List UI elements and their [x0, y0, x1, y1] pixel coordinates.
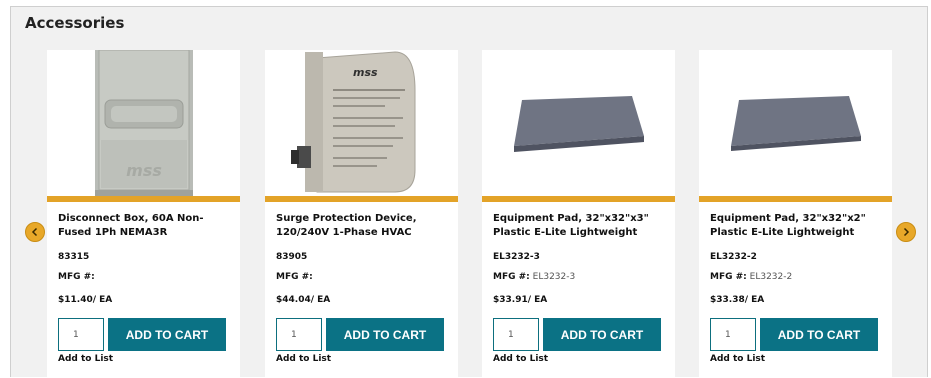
equipment-pad-image [731, 96, 861, 151]
product-mfg: MFG #: [58, 272, 95, 282]
add-to-list-link[interactable]: Add to List [58, 354, 113, 364]
product-price: $11.40/ EA [58, 295, 113, 305]
quantity-input[interactable] [276, 318, 322, 351]
mfg-value: EL3232-2 [749, 272, 793, 282]
quantity-input[interactable] [710, 318, 756, 351]
product-carousel: mss Disconnect Box, 60A Non-Fused 1Ph NE… [11, 7, 927, 378]
card-accent-bar [699, 196, 892, 202]
product-price: $33.91/ EA [493, 295, 548, 305]
mfg-label: MFG #: [276, 272, 313, 282]
add-to-list-link[interactable]: Add to List [710, 354, 765, 364]
add-to-list-link[interactable]: Add to List [493, 354, 548, 364]
accessories-section: Accessories mss Disconnect Box, 60A Non-… [10, 6, 928, 378]
product-mfg: MFG #: EL3232-3 [493, 272, 575, 282]
product-card: Equipment Pad, 32"x32"x2" Plastic E-Lite… [699, 50, 892, 378]
product-image[interactable]: mss [47, 50, 240, 196]
equipment-pad-image [514, 96, 644, 152]
product-card: mss Surge Protection Device, 120/240V 1-… [265, 50, 458, 378]
add-to-cart-button[interactable]: ADD TO CART [543, 318, 661, 351]
add-to-cart-button[interactable]: ADD TO CART [760, 318, 878, 351]
product-price: $33.38/ EA [710, 295, 765, 305]
product-card: mss Disconnect Box, 60A Non-Fused 1Ph NE… [47, 50, 240, 378]
product-card: Equipment Pad, 32"x32"x3" Plastic E-Lite… [482, 50, 675, 378]
card-accent-bar [482, 196, 675, 202]
product-mfg: MFG #: EL3232-2 [710, 272, 792, 282]
product-name[interactable]: Disconnect Box, 60A Non-Fused 1Ph NEMA3R [58, 212, 236, 240]
carousel-next-button[interactable] [896, 222, 916, 242]
product-sku: EL3232-3 [493, 252, 540, 262]
card-accent-bar [265, 196, 458, 202]
quantity-input[interactable] [58, 318, 104, 351]
add-to-cart-button[interactable]: ADD TO CART [108, 318, 226, 351]
product-sku: 83905 [276, 252, 308, 262]
mfg-label: MFG #: [710, 272, 747, 282]
product-name[interactable]: Surge Protection Device, 120/240V 1-Phas… [276, 212, 454, 240]
svg-text:mss: mss [126, 161, 162, 180]
product-image[interactable]: mss [265, 50, 458, 196]
card-accent-bar [47, 196, 240, 202]
surge-protector-image: mss [291, 51, 416, 193]
product-sku: EL3232-2 [710, 252, 757, 262]
product-image[interactable] [699, 50, 892, 196]
add-to-cart-button[interactable]: ADD TO CART [326, 318, 444, 351]
quantity-input[interactable] [493, 318, 539, 351]
add-to-list-link[interactable]: Add to List [276, 354, 331, 364]
product-name[interactable]: Equipment Pad, 32"x32"x2" Plastic E-Lite… [710, 212, 888, 240]
chevron-right-icon [903, 227, 910, 237]
mfg-label: MFG #: [493, 272, 530, 282]
carousel-prev-button[interactable] [25, 222, 45, 242]
product-mfg: MFG #: [276, 272, 313, 282]
product-price: $44.04/ EA [276, 295, 331, 305]
mfg-label: MFG #: [58, 272, 95, 282]
svg-text:mss: mss [353, 66, 378, 79]
disconnect-box-image: mss [95, 50, 193, 196]
chevron-left-icon [31, 227, 38, 237]
mfg-value: EL3232-3 [532, 272, 576, 282]
product-sku: 83315 [58, 252, 90, 262]
product-name[interactable]: Equipment Pad, 32"x32"x3" Plastic E-Lite… [493, 212, 671, 240]
product-image[interactable] [482, 50, 675, 196]
